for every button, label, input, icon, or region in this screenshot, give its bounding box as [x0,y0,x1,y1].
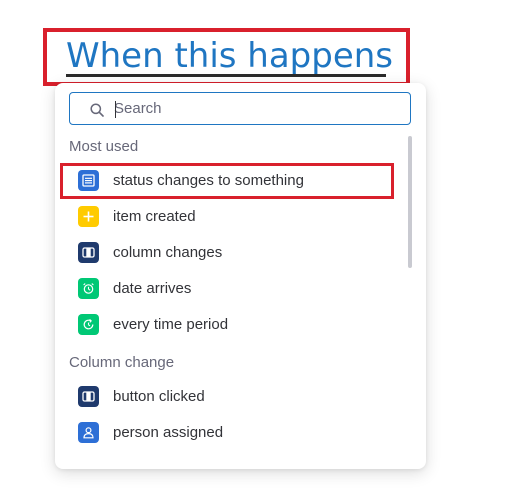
trigger-item-every-time-period[interactable]: every time period [70,308,390,340]
trigger-item-item-created[interactable]: item created [70,200,390,232]
trigger-item-person-assigned[interactable]: person assigned [70,416,390,448]
section-label-column-change: Column change [69,354,175,371]
trigger-item-label: person assigned [113,423,224,441]
alarm-clock-icon [78,277,99,299]
section-label-most-used: Most used [69,138,139,155]
page-title[interactable]: When this happens [66,34,393,78]
trigger-item-label: item created [113,207,196,225]
button-column-icon [78,385,99,407]
person-icon [78,421,99,443]
trigger-item-button-clicked[interactable]: button clicked [70,380,390,412]
title-underline [66,74,386,77]
trigger-dropdown: Most used status changes to something it… [55,83,426,469]
trigger-item-label: column changes [113,243,223,261]
recurring-icon [78,313,99,335]
trigger-item-label: date arrives [113,279,192,297]
column-icon [78,241,99,263]
scrollbar[interactable] [408,136,412,268]
search-box[interactable] [69,92,411,125]
search-icon [90,102,104,117]
plus-icon [78,205,99,227]
selected-item-highlight-box [60,163,394,199]
trigger-item-label: button clicked [113,387,205,405]
trigger-item-date-arrives[interactable]: date arrives [70,272,390,304]
trigger-item-column-changes[interactable]: column changes [70,236,390,268]
search-input[interactable] [114,97,394,120]
text-cursor [115,101,116,118]
trigger-item-label: every time period [113,315,229,333]
